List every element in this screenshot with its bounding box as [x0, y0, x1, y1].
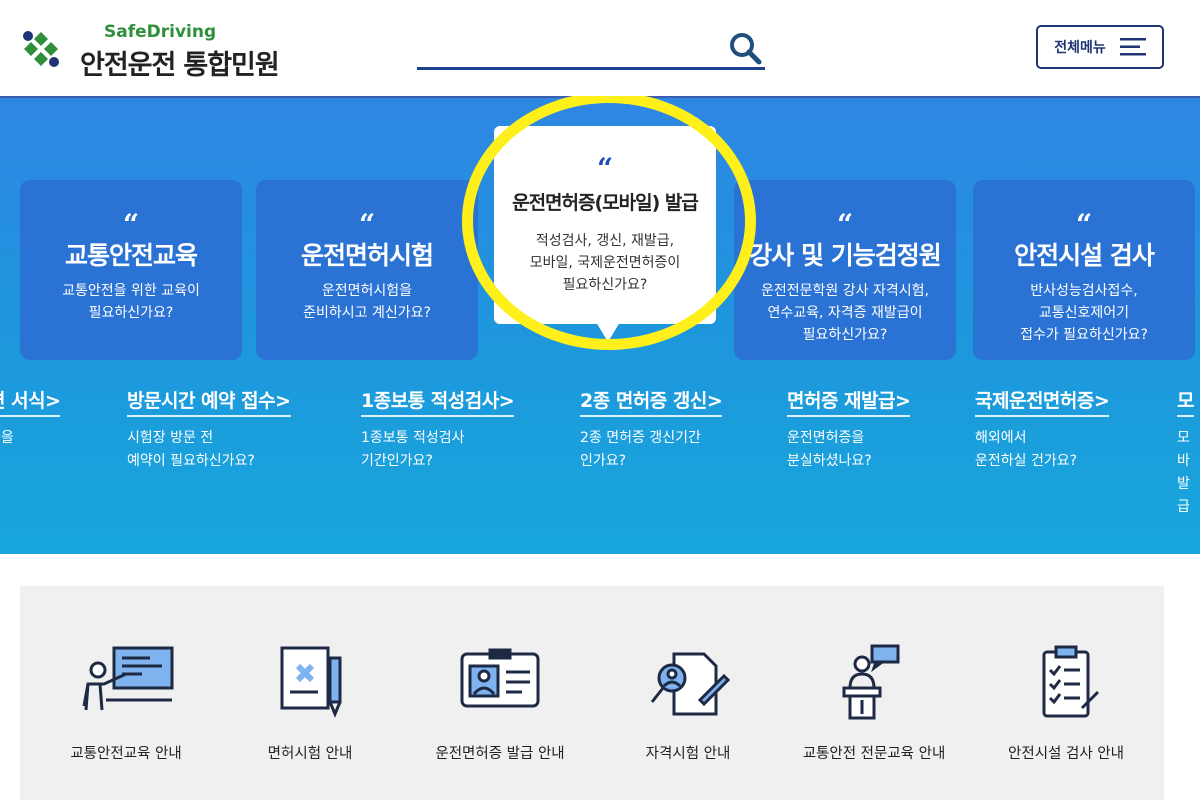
hero-banner: “ 교통안전교육 교통안전을 위한 교육이 필요하신가요? “ 운전면허시험 운…	[0, 96, 1200, 554]
quick-link-title: 2종 면허증 갱신>	[580, 386, 723, 417]
logo-title-main: 안전운전	[80, 50, 176, 81]
lecturer-podium-icon	[842, 644, 900, 720]
quick-link-license-renewal[interactable]: 2종 면허증 갱신> 2종 면허증 갱신기간 인가요?	[580, 386, 723, 473]
card-title: 강사 및 기능검정원	[749, 241, 941, 270]
card-traffic-safety-education[interactable]: “ 교통안전교육 교통안전을 위한 교육이 필요하신가요?	[20, 180, 242, 360]
card-title: 운전면허시험	[300, 241, 434, 270]
quote-icon: “	[122, 208, 140, 241]
quick-link-title: 련 서식>	[0, 386, 61, 417]
quick-link-description: 식을	[0, 430, 14, 446]
quick-link-title: 모	[1177, 386, 1194, 417]
service-label: 운전면허증 발급 안내	[435, 746, 565, 762]
search-icon[interactable]	[727, 30, 763, 66]
checklist-icon	[1042, 645, 1100, 718]
quick-link-license-reissue[interactable]: 면허증 재발급> 운전면허증을 분실하셨나요?	[787, 386, 911, 473]
service-label: 교통안전 전문교육 안내	[802, 746, 946, 762]
card-description: 교통안전을 위한 교육이 필요하신가요?	[62, 283, 200, 321]
license-card-icon	[460, 648, 540, 708]
service-license-exam[interactable]: 면허시험 안내	[220, 644, 400, 794]
quick-link-description: 해외에서 운전하실 건가요?	[975, 430, 1078, 469]
service-label: 안전시설 검사 안내	[1008, 746, 1124, 762]
quick-link-title: 방문시간 예약 접수>	[127, 386, 291, 417]
presentation-icon	[82, 646, 174, 711]
quick-link-title: 1종보통 적성검사>	[361, 386, 515, 417]
quick-link-description: 2종 면허증 갱신기간 인가요?	[580, 430, 701, 469]
logo-title: 안전운전 통합민원	[80, 43, 280, 82]
logo-subtitle: SafeDriving	[104, 22, 217, 42]
hamburger-menu-icon	[1119, 38, 1146, 56]
card-description: 운전면허시험을 준비하시고 계신가요?	[303, 283, 431, 321]
site-logo[interactable]: SafeDriving 안전운전 통합민원	[20, 22, 340, 81]
service-professional-education[interactable]: 교통안전 전문교육 안내	[784, 644, 964, 794]
card-title: 안전시설 검사	[1014, 241, 1155, 270]
card-license-issuance-popup[interactable]: “ 운전면허증(모바일) 발급 적성검사, 갱신, 재발급, 모바일, 국제운전…	[494, 126, 716, 324]
quick-link-aptitude-test[interactable]: 1종보통 적성검사> 1종보통 적성검사 기간인가요?	[361, 386, 515, 473]
popup-title: 운전면허증(모바일) 발급	[512, 192, 699, 214]
card-safety-facility-inspection[interactable]: “ 안전시설 검사 반사성능검사접수, 교통신호제어기 접수가 필요하신가요?	[973, 180, 1195, 360]
hero-top-border	[0, 96, 1200, 98]
card-title: 교통안전교육	[64, 241, 198, 270]
logo-mark-icon	[23, 31, 59, 67]
service-label: 자격시험 안내	[645, 746, 731, 762]
service-shortcuts: 교통안전교육 안내 면허시험 안내 운전면허증 발급 안내 자격시험 안내 교통…	[20, 586, 1164, 800]
card-license-exam[interactable]: “ 운전면허시험 운전면허시험을 준비하시고 계신가요?	[256, 180, 478, 360]
quote-icon: “	[596, 152, 614, 185]
quick-link-international-license[interactable]: 국제운전면허증> 해외에서 운전하실 건가요?	[975, 386, 1110, 473]
qualification-search-icon	[650, 652, 731, 716]
quick-link-mobile[interactable]: 모 모바 발급	[1177, 386, 1200, 519]
quick-link-forms[interactable]: 련 서식> 식을	[0, 386, 61, 450]
card-instructor-examiner[interactable]: “ 강사 및 기능검정원 운전전문학원 강사 자격시험, 연수교육, 자격증 재…	[734, 180, 956, 360]
all-menu-button[interactable]: 전체메뉴	[1036, 25, 1164, 69]
quote-icon: “	[358, 208, 376, 241]
card-description: 반사성능검사접수, 교통신호제어기 접수가 필요하신가요?	[1020, 283, 1148, 343]
service-label: 면허시험 안내	[267, 746, 353, 762]
quote-icon: “	[836, 208, 854, 241]
quick-link-visit-reservation[interactable]: 방문시간 예약 접수> 시험장 방문 전 예약이 필요하신가요?	[127, 386, 291, 473]
quick-link-title: 면허증 재발급>	[787, 386, 911, 417]
exam-document-icon	[280, 646, 342, 718]
quick-link-title: 국제운전면허증>	[975, 386, 1110, 417]
service-qualification-exam[interactable]: 자격시험 안내	[598, 644, 778, 794]
quick-link-description: 1종보통 적성검사 기간인가요?	[361, 430, 465, 469]
service-traffic-education[interactable]: 교통안전교육 안내	[36, 644, 216, 794]
all-menu-label: 전체메뉴	[1054, 40, 1106, 56]
search-bar	[417, 24, 765, 70]
search-input[interactable]	[417, 30, 717, 64]
popup-description: 적성검사, 갱신, 재발급, 모바일, 국제운전면허증이 필요하신가요?	[529, 233, 681, 293]
service-license-issuance[interactable]: 운전면허증 발급 안내	[410, 644, 590, 794]
service-safety-facility-inspection[interactable]: 안전시설 검사 안내	[976, 644, 1156, 794]
card-description: 운전전문학원 강사 자격시험, 연수교육, 자격증 재발급이 필요하신가요?	[761, 283, 929, 343]
service-label: 교통안전교육 안내	[70, 746, 182, 762]
logo-title-rest: 통합민원	[183, 50, 279, 81]
quick-link-description: 운전면허증을 분실하셨나요?	[787, 430, 872, 469]
quick-link-description: 시험장 방문 전 예약이 필요하신가요?	[127, 430, 255, 469]
popup-pointer	[596, 322, 620, 342]
site-header: SafeDriving 안전운전 통합민원 전체메뉴	[0, 0, 1200, 96]
quick-link-description: 모바 발급	[1177, 430, 1190, 515]
quote-icon: “	[1075, 208, 1093, 241]
